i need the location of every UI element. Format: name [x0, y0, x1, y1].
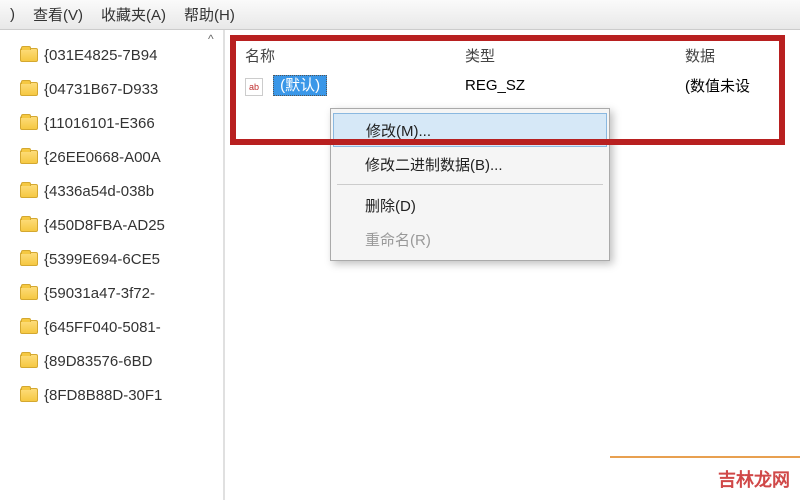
- tree-item[interactable]: {4336a54d-038b: [0, 174, 223, 208]
- folder-icon: [20, 116, 38, 130]
- watermark-line: [610, 456, 800, 458]
- tree-item[interactable]: {59031a47-3f72-: [0, 276, 223, 310]
- menu-divider: [337, 184, 603, 185]
- cell-type: REG_SZ: [465, 77, 685, 94]
- tree-item[interactable]: {26EE0668-A00A: [0, 140, 223, 174]
- menu-item-delete[interactable]: 删除(D): [333, 188, 607, 222]
- folder-icon: [20, 150, 38, 164]
- folder-icon: [20, 286, 38, 300]
- tree-item-label: {89D83576-6BD: [44, 353, 152, 370]
- menubar: ) 查看(V) 收藏夹(A) 帮助(H): [0, 0, 800, 30]
- tree-item-label: {645FF040-5081-: [44, 319, 161, 336]
- folder-icon: [20, 184, 38, 198]
- menu-close-paren: ): [10, 6, 15, 23]
- tree-item[interactable]: {645FF040-5081-: [0, 310, 223, 344]
- menu-view[interactable]: 查看(V): [33, 4, 83, 25]
- string-value-icon: ab: [245, 78, 263, 96]
- context-menu: 修改(M)... 修改二进制数据(B)... 删除(D) 重命名(R): [330, 108, 610, 261]
- folder-icon: [20, 82, 38, 96]
- tree-panel: {031E4825-7B94 {04731B67-D933 {11016101-…: [0, 30, 225, 500]
- content-area: {031E4825-7B94 {04731B67-D933 {11016101-…: [0, 30, 800, 500]
- tree-item-label: {4336a54d-038b: [44, 183, 154, 200]
- menu-item-modify-binary[interactable]: 修改二进制数据(B)...: [333, 147, 607, 181]
- tree-item[interactable]: {8FD8B88D-30F1: [0, 378, 223, 412]
- tree-item[interactable]: {5399E694-6CE5: [0, 242, 223, 276]
- list-panel: 名称 类型 数据 ab (默认) REG_SZ (数值未设: [225, 30, 800, 500]
- value-name-selected: (默认): [273, 75, 327, 96]
- tree-item[interactable]: {11016101-E366: [0, 106, 223, 140]
- folder-icon: [20, 252, 38, 266]
- tree-item[interactable]: {04731B67-D933: [0, 72, 223, 106]
- folder-icon: [20, 354, 38, 368]
- list-row[interactable]: ab (默认) REG_SZ (数值未设: [245, 70, 800, 100]
- cell-name: ab (默认): [245, 74, 465, 96]
- menu-item-modify[interactable]: 修改(M)...: [333, 113, 607, 147]
- folder-icon: [20, 388, 38, 402]
- cell-data: (数值未设: [685, 75, 800, 96]
- column-header-data[interactable]: 数据: [685, 45, 800, 66]
- tree-item-label: {8FD8B88D-30F1: [44, 387, 162, 404]
- tree-item-label: {031E4825-7B94: [44, 47, 157, 64]
- tree-item[interactable]: {450D8FBA-AD25: [0, 208, 223, 242]
- folder-icon: [20, 320, 38, 334]
- scroll-up-icon[interactable]: ^: [208, 32, 214, 46]
- menu-help[interactable]: 帮助(H): [184, 4, 235, 25]
- tree-item-label: {11016101-E366: [44, 115, 155, 132]
- tree-item-label: {59031a47-3f72-: [44, 285, 155, 302]
- tree-item[interactable]: {89D83576-6BD: [0, 344, 223, 378]
- menu-item-rename: 重命名(R): [333, 222, 607, 256]
- tree-item-label: {5399E694-6CE5: [44, 251, 160, 268]
- tree-item-label: {04731B67-D933: [44, 81, 158, 98]
- column-header-name[interactable]: 名称: [245, 45, 465, 66]
- tree-item-label: {26EE0668-A00A: [44, 149, 161, 166]
- folder-icon: [20, 48, 38, 62]
- tree-item-label: {450D8FBA-AD25: [44, 217, 165, 234]
- column-header-type[interactable]: 类型: [465, 45, 685, 66]
- list-header: 名称 类型 数据: [245, 40, 800, 70]
- menu-favorites[interactable]: 收藏夹(A): [101, 4, 166, 25]
- tree-item[interactable]: {031E4825-7B94: [0, 38, 223, 72]
- watermark-text: 吉林龙网: [718, 466, 790, 492]
- folder-icon: [20, 218, 38, 232]
